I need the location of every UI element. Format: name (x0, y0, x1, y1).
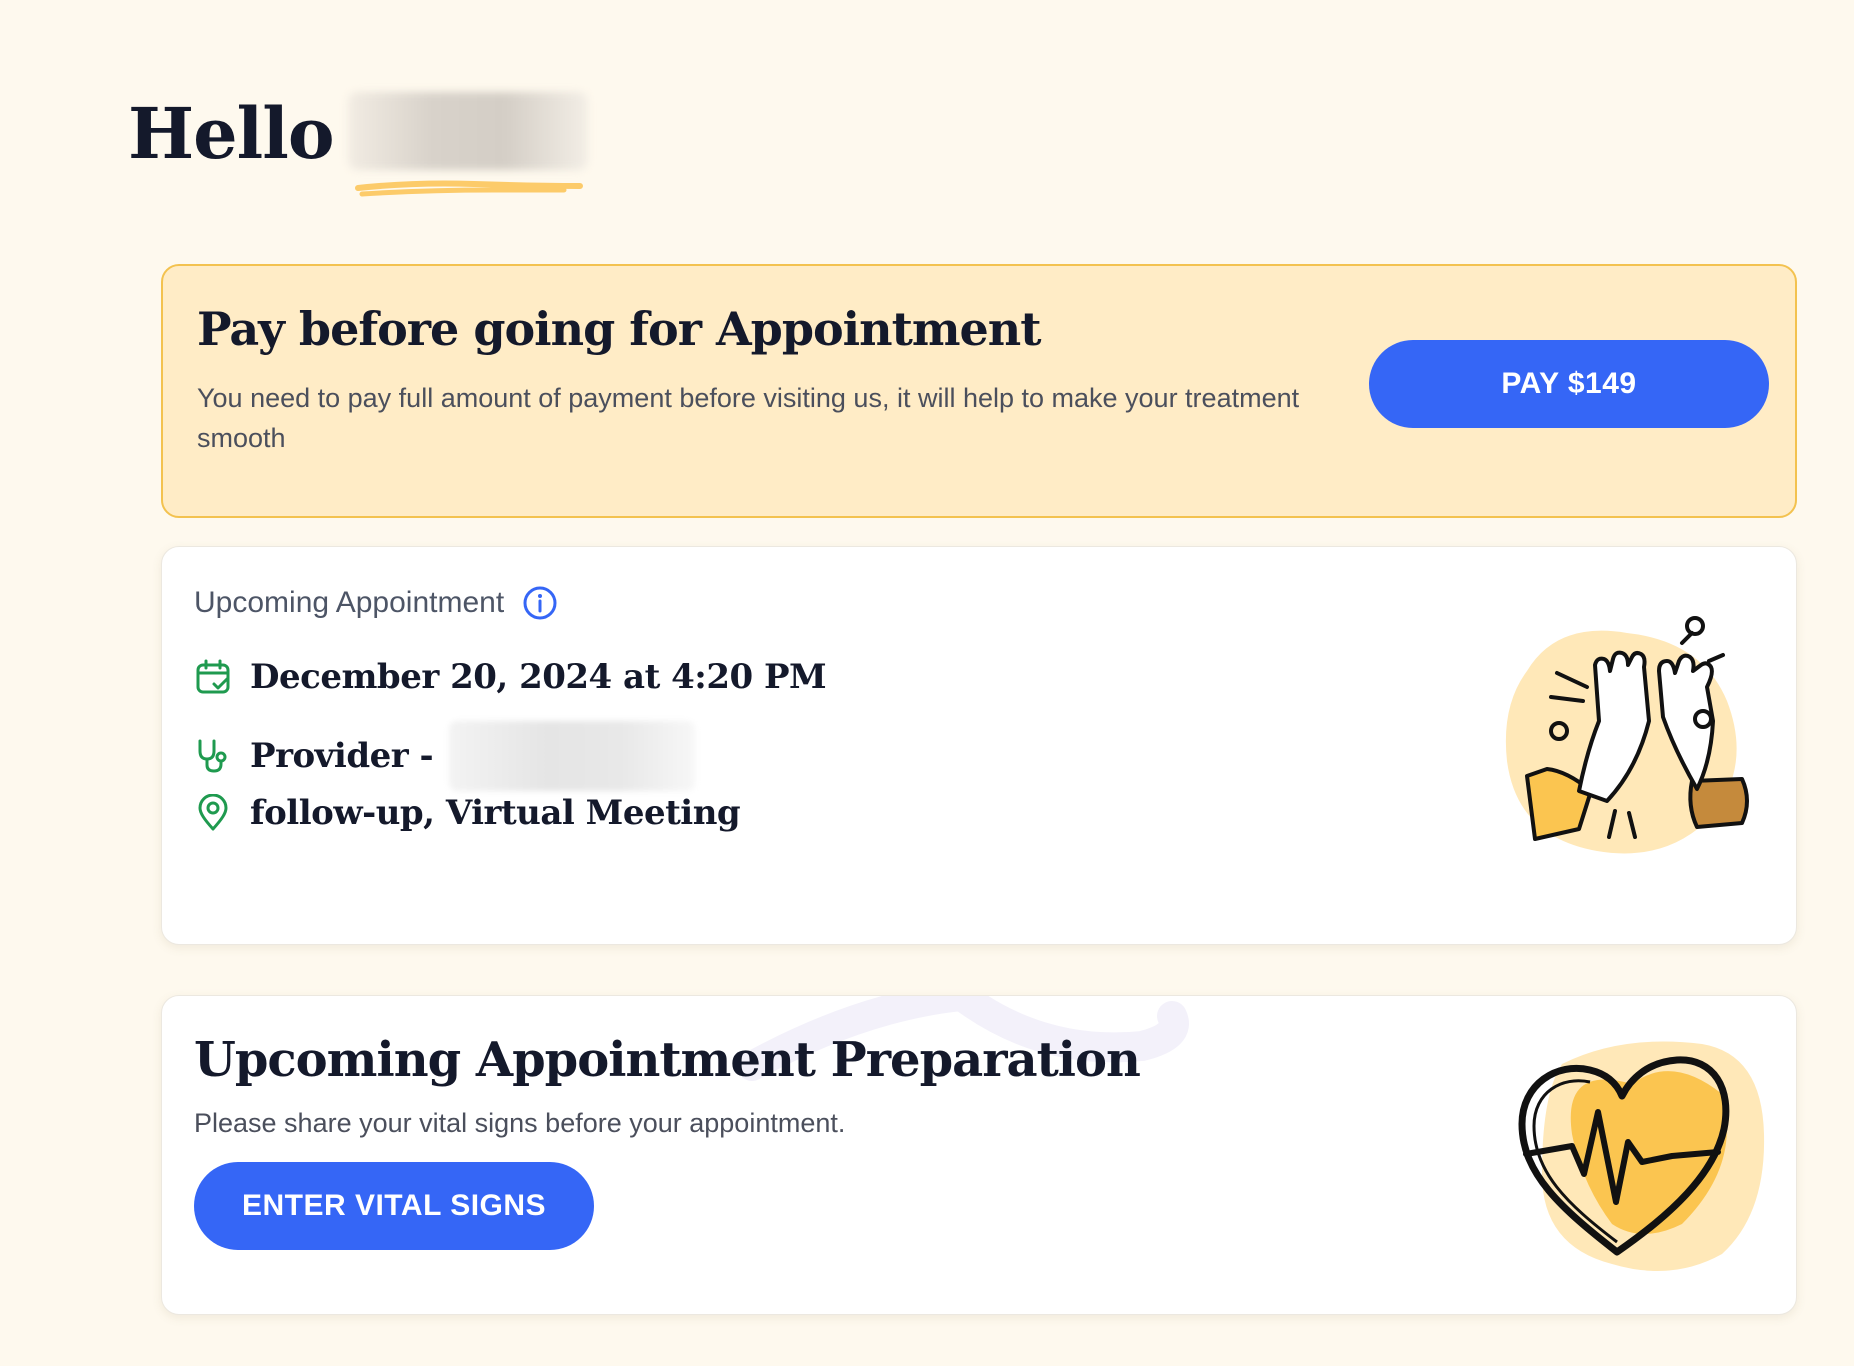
calendar-check-icon (194, 658, 232, 696)
greeting: Hello (128, 78, 588, 197)
heart-pulse-illustration (1518, 1041, 1765, 1272)
appointment-label: Upcoming Appointment (194, 586, 505, 619)
map-pin-icon (194, 793, 232, 832)
provider-prefix: Provider - (250, 736, 434, 776)
appointment-location: follow-up, Virtual Meeting (250, 793, 741, 833)
enter-vital-signs-button[interactable]: ENTER VITAL SIGNS (194, 1162, 594, 1250)
info-icon[interactable] (522, 585, 558, 621)
payment-description: You need to pay full amount of payment b… (197, 383, 1300, 453)
preparation-description: Please share your vital signs before you… (194, 1108, 846, 1138)
appointment-label-row: Upcoming Appointment (194, 585, 558, 621)
appointment-date-row: December 20, 2024 at 4:20 PM (194, 657, 827, 697)
appointment-preparation-card: Upcoming Appointment Preparation Please … (161, 995, 1797, 1315)
redacted-provider-name (449, 721, 696, 791)
user-name-redacted (347, 78, 588, 197)
appointment-location-row: follow-up, Virtual Meeting (194, 793, 741, 833)
upcoming-appointment-card: Upcoming Appointment December 20, 2024 a… (161, 546, 1797, 945)
pay-button[interactable]: PAY $149 (1369, 340, 1769, 428)
appointment-provider-row: Provider - (194, 721, 696, 791)
high-five-illustration (1505, 616, 1749, 854)
payment-card: Pay before going for Appointment You nee… (161, 264, 1797, 518)
brush-underline (354, 180, 583, 197)
greeting-text: Hello (128, 91, 335, 175)
preparation-title: Upcoming Appointment Preparation (194, 1032, 1141, 1088)
payment-title: Pay before going for Appointment (197, 302, 1041, 356)
appointment-datetime: December 20, 2024 at 4:20 PM (250, 657, 827, 697)
redacted-name-blur (347, 92, 588, 170)
stethoscope-icon (194, 737, 232, 775)
